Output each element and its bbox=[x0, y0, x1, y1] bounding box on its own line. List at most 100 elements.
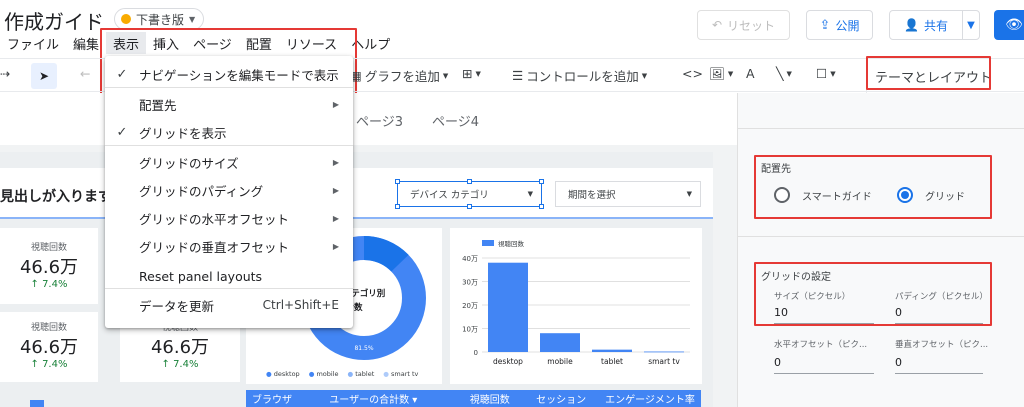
bar-chart-card[interactable]: 視聴回数 40万 30万 20万 10万 0 desktop mobile tablet smar… bbox=[450, 228, 702, 384]
view-menu-item-label: データを更新 bbox=[139, 298, 215, 314]
shape-icon[interactable]: ☐ ▼ bbox=[816, 66, 836, 81]
page-tab-4[interactable]: ページ4 bbox=[432, 111, 479, 130]
reset-label: リセット bbox=[727, 18, 776, 33]
resize-handle[interactable] bbox=[539, 179, 544, 184]
checkmark-icon: ✓ bbox=[116, 66, 128, 82]
view-menu-item[interactable]: グリッドのサイズ ▶ bbox=[105, 148, 353, 176]
view-menu-item[interactable]: グリッドのパディング ▶ bbox=[105, 176, 353, 204]
panel-divider bbox=[737, 128, 1024, 129]
view-menu-item-label: グリッドの水平オフセット bbox=[139, 211, 290, 227]
text-box-icon[interactable]: A bbox=[746, 66, 755, 81]
resize-handle[interactable] bbox=[467, 179, 472, 184]
resize-handle[interactable] bbox=[539, 204, 544, 209]
publish-button[interactable]: ⇪ 公開 bbox=[806, 10, 873, 40]
kpi-card[interactable]: 視聴回数 46.6万 ↑ 7.4% bbox=[0, 312, 98, 382]
back-arrow-icon[interactable]: ← bbox=[80, 66, 90, 81]
kpi-delta: ↑ 7.4% bbox=[30, 279, 68, 290]
resize-handle[interactable] bbox=[395, 179, 400, 184]
menu-separator bbox=[105, 145, 353, 146]
submenu-arrow-icon: ▶ bbox=[332, 213, 339, 223]
share-dropdown-button[interactable]: ▼ bbox=[962, 10, 980, 40]
image-icon[interactable]: 🖼 ▼ bbox=[709, 66, 733, 82]
view-menu-item[interactable]: データを更新 Ctrl+Shift+E bbox=[105, 291, 353, 319]
kpi-value: 46.6万 bbox=[19, 257, 79, 278]
add-chart-button[interactable]: ▦ グラフを追加 ▼ bbox=[350, 66, 448, 85]
view-menu-item-label: グリッドを表示 bbox=[139, 125, 227, 141]
view-menu-item-label: 配置先 bbox=[139, 97, 177, 113]
add-control-label: コントロールを追加 bbox=[526, 69, 639, 84]
add-component-button[interactable]: ⊞ ▼ bbox=[462, 66, 481, 81]
view-menu-item-label: グリッドのサイズ bbox=[139, 155, 239, 171]
share-button[interactable]: 👤 共有 bbox=[889, 10, 963, 40]
table-header[interactable]: 視聴回数 bbox=[458, 391, 530, 406]
redo-icon[interactable]: ⇢ bbox=[0, 66, 10, 81]
h-offset-field[interactable]: 0 bbox=[774, 356, 781, 369]
period-control[interactable]: 期間を選択 ▼ bbox=[555, 181, 701, 207]
select-tool-button[interactable]: ➤ bbox=[31, 63, 57, 89]
report-title[interactable]: 作成ガイド bbox=[4, 6, 104, 35]
chevron-down-icon: ▼ bbox=[475, 69, 481, 78]
view-mode-button[interactable]: 👁 bbox=[994, 10, 1024, 40]
highlight-box-grid-settings bbox=[754, 262, 992, 326]
y-tick-label: 20万 bbox=[462, 302, 478, 310]
table-header[interactable]: ブラウザ bbox=[246, 391, 315, 406]
period-label: 期間を選択 bbox=[568, 190, 616, 201]
resize-handle[interactable] bbox=[395, 204, 400, 209]
view-menu-item-label: グリッドのパディング bbox=[139, 183, 264, 199]
bar-chart: 視聴回数 40万 30万 20万 10万 0 desktop mobile tablet smar… bbox=[462, 239, 690, 366]
component-icon: ⊞ bbox=[462, 66, 473, 81]
checkmark-icon: ✓ bbox=[116, 124, 128, 140]
share-label: 共有 bbox=[923, 18, 948, 33]
chevron-down-icon: ▼ bbox=[527, 190, 533, 198]
submenu-arrow-icon: ▶ bbox=[332, 99, 339, 109]
menu-separator bbox=[105, 288, 353, 289]
kpi-card[interactable]: 視聴回数 46.6万 ↑ 7.4% bbox=[0, 228, 98, 304]
view-menu-item[interactable]: ✓ グリッドを表示 bbox=[105, 118, 353, 146]
chevron-down-icon: ▼ bbox=[189, 14, 196, 24]
y-tick-label: 0 bbox=[474, 349, 478, 357]
add-person-icon: 👤 bbox=[904, 18, 919, 32]
kpi-delta: ↑ 7.4% bbox=[30, 359, 68, 370]
add-chart-label: グラフを追加 bbox=[364, 69, 440, 84]
report-headline[interactable]: 見出しが入ります bbox=[0, 186, 112, 206]
menu-separator bbox=[105, 87, 353, 88]
v-offset-underline bbox=[895, 373, 983, 374]
draft-status-badge[interactable]: 下書き版 ▼ bbox=[114, 8, 205, 30]
menu-file[interactable]: ファイル bbox=[0, 32, 66, 54]
kpi-delta: ↑ 7.4% bbox=[161, 359, 199, 370]
bar-mobile bbox=[540, 333, 580, 352]
view-menu-item[interactable]: グリッドの垂直オフセット ▶ bbox=[105, 232, 353, 260]
chevron-down-icon: ▼ bbox=[641, 71, 648, 80]
resize-handle[interactable] bbox=[467, 204, 472, 209]
highlight-box-placement bbox=[754, 155, 992, 219]
view-menu-item[interactable]: 配置先 ▶ bbox=[105, 90, 353, 118]
publish-label: 公開 bbox=[835, 18, 860, 33]
view-menu-item[interactable]: ✓ ナビゲーションを編集モードで表示 bbox=[105, 60, 353, 88]
code-icon[interactable]: <> bbox=[682, 66, 703, 81]
kpi-value: 46.6万 bbox=[19, 337, 79, 358]
v-offset-field[interactable]: 0 bbox=[895, 356, 902, 369]
page-tab-3[interactable]: ページ3 bbox=[356, 111, 403, 130]
table-header-row: ブラウザ ユーザーの合計数 ▾ 視聴回数 セッション エンゲージメント率 bbox=[246, 390, 701, 407]
table-header[interactable]: エンゲージメント率 bbox=[605, 391, 701, 406]
submenu-arrow-icon: ▶ bbox=[332, 241, 339, 251]
view-menu-item[interactable]: グリッドの水平オフセット ▶ bbox=[105, 204, 353, 232]
h-offset-field-label: 水平オフセット（ピク... bbox=[774, 340, 868, 350]
reset-button[interactable]: ↶ リセット bbox=[697, 10, 790, 40]
chevron-down-icon: ▼ bbox=[967, 19, 975, 31]
view-menu-item-label: Reset panel layouts bbox=[139, 268, 263, 284]
legend-item: ● desktop bbox=[266, 370, 300, 378]
kpi-label: 視聴回数 bbox=[30, 243, 67, 253]
table-header[interactable]: セッション bbox=[530, 391, 605, 406]
device-category-label: デバイス カテゴリ bbox=[410, 190, 489, 201]
add-control-button[interactable]: ☰ コントロールを追加 ▼ bbox=[512, 66, 647, 85]
h-offset-underline bbox=[774, 373, 874, 374]
cursor-icon: ➤ bbox=[38, 69, 50, 83]
table-header[interactable]: ユーザーの合計数 ▾ bbox=[315, 391, 457, 406]
bar-smart-tv bbox=[644, 351, 684, 353]
view-menu-item-label: グリッドの垂直オフセット bbox=[139, 239, 290, 255]
y-tick-label: 10万 bbox=[462, 326, 478, 334]
line-icon[interactable]: ╲ ▼ bbox=[776, 66, 792, 81]
donut-legend: ● desktop ● mobile ● tablet ● smart tv bbox=[266, 370, 418, 378]
view-menu-item[interactable]: Reset panel layouts bbox=[105, 262, 353, 290]
